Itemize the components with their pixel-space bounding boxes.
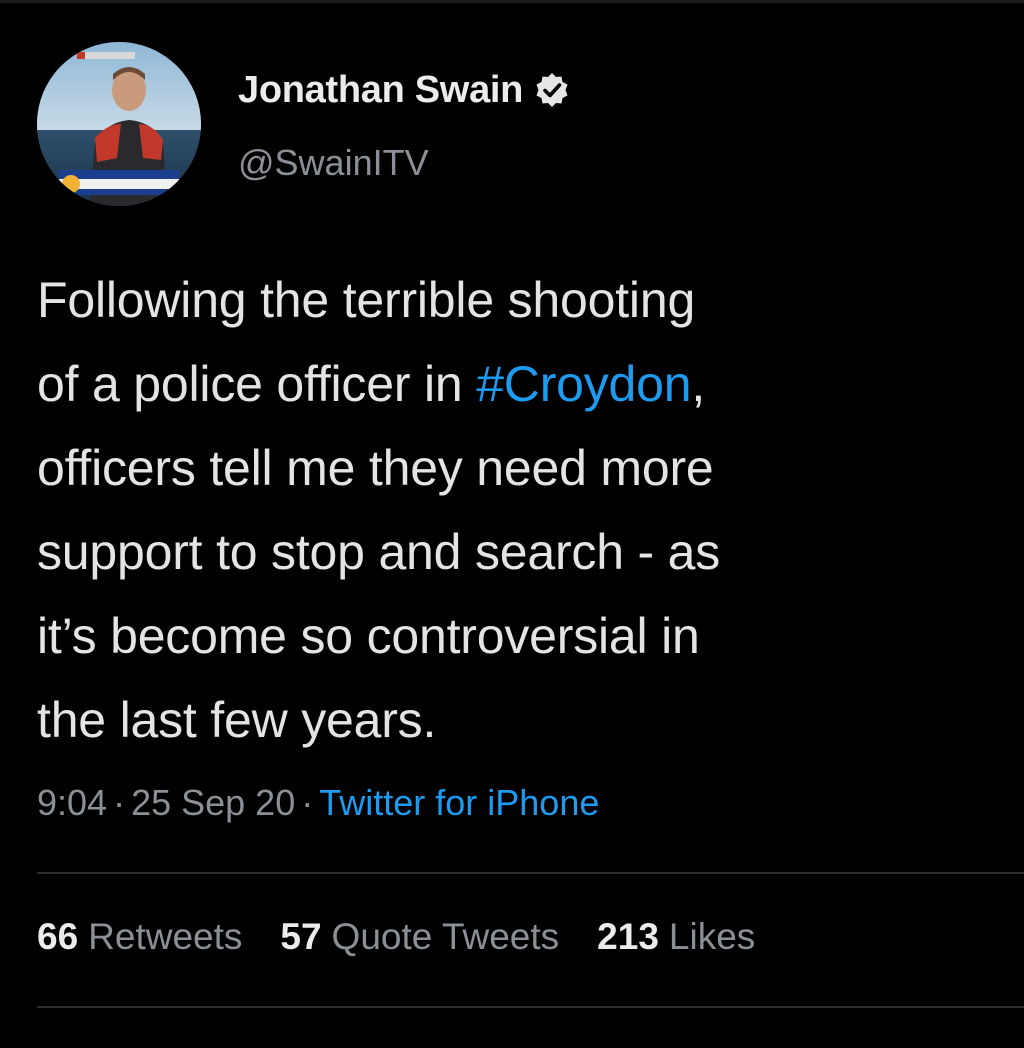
tweet-text-line: Following the terrible shooting bbox=[37, 272, 696, 328]
tweet-meta: 9:04 · 25 Sep 20 · Twitter for iPhone bbox=[37, 782, 599, 824]
avatar[interactable] bbox=[37, 42, 201, 206]
quote-tweets-stat[interactable]: 57 Quote Tweets bbox=[280, 916, 559, 958]
likes-label: Likes bbox=[668, 916, 756, 957]
tweet-card: Jonathan Swain @SwainITV Following the t… bbox=[0, 0, 1024, 1048]
retweets-count: 66 bbox=[37, 916, 79, 957]
retweets-label: Retweets bbox=[88, 916, 243, 957]
hashtag-link[interactable]: #Croydon bbox=[476, 356, 691, 412]
likes-stat[interactable]: 213 Likes bbox=[597, 916, 755, 958]
meta-separator: · bbox=[301, 782, 314, 823]
display-name[interactable]: Jonathan Swain bbox=[238, 69, 523, 112]
quote-tweets-count: 57 bbox=[280, 916, 322, 957]
author-name-row[interactable]: Jonathan Swain bbox=[238, 66, 571, 114]
tweet-text-line: support to stop and search - as bbox=[37, 524, 721, 580]
tweet-time[interactable]: 9:04 bbox=[37, 782, 107, 824]
tweet-text-line: the last few years. bbox=[37, 692, 437, 748]
tweet-text-line: it’s become so controversial in bbox=[37, 608, 700, 664]
verified-badge-icon bbox=[533, 71, 571, 109]
tweet-source-link[interactable]: Twitter for iPhone bbox=[319, 782, 599, 824]
tweet-date[interactable]: 25 Sep 20 bbox=[131, 782, 295, 824]
engagement-stats: 66 Retweets 57 Quote Tweets 213 Likes bbox=[37, 916, 793, 958]
profile-photo-icon bbox=[37, 42, 201, 206]
meta-separator: · bbox=[113, 782, 126, 823]
author-handle[interactable]: @SwainITV bbox=[238, 142, 429, 184]
tweet-text-line: of a police officer in #Croydon, bbox=[37, 342, 997, 426]
divider bbox=[37, 1006, 1024, 1008]
retweets-stat[interactable]: 66 Retweets bbox=[37, 916, 242, 958]
divider bbox=[37, 872, 1024, 874]
tweet-text: Following the terrible shooting of a pol… bbox=[37, 258, 997, 762]
quote-tweets-label: Quote Tweets bbox=[331, 916, 560, 957]
tweet-text-segment: , bbox=[691, 356, 706, 412]
tweet-text-segment: of a police officer in bbox=[37, 356, 477, 412]
tweet-text-line: officers tell me they need more bbox=[37, 440, 714, 496]
likes-count: 213 bbox=[597, 916, 659, 957]
